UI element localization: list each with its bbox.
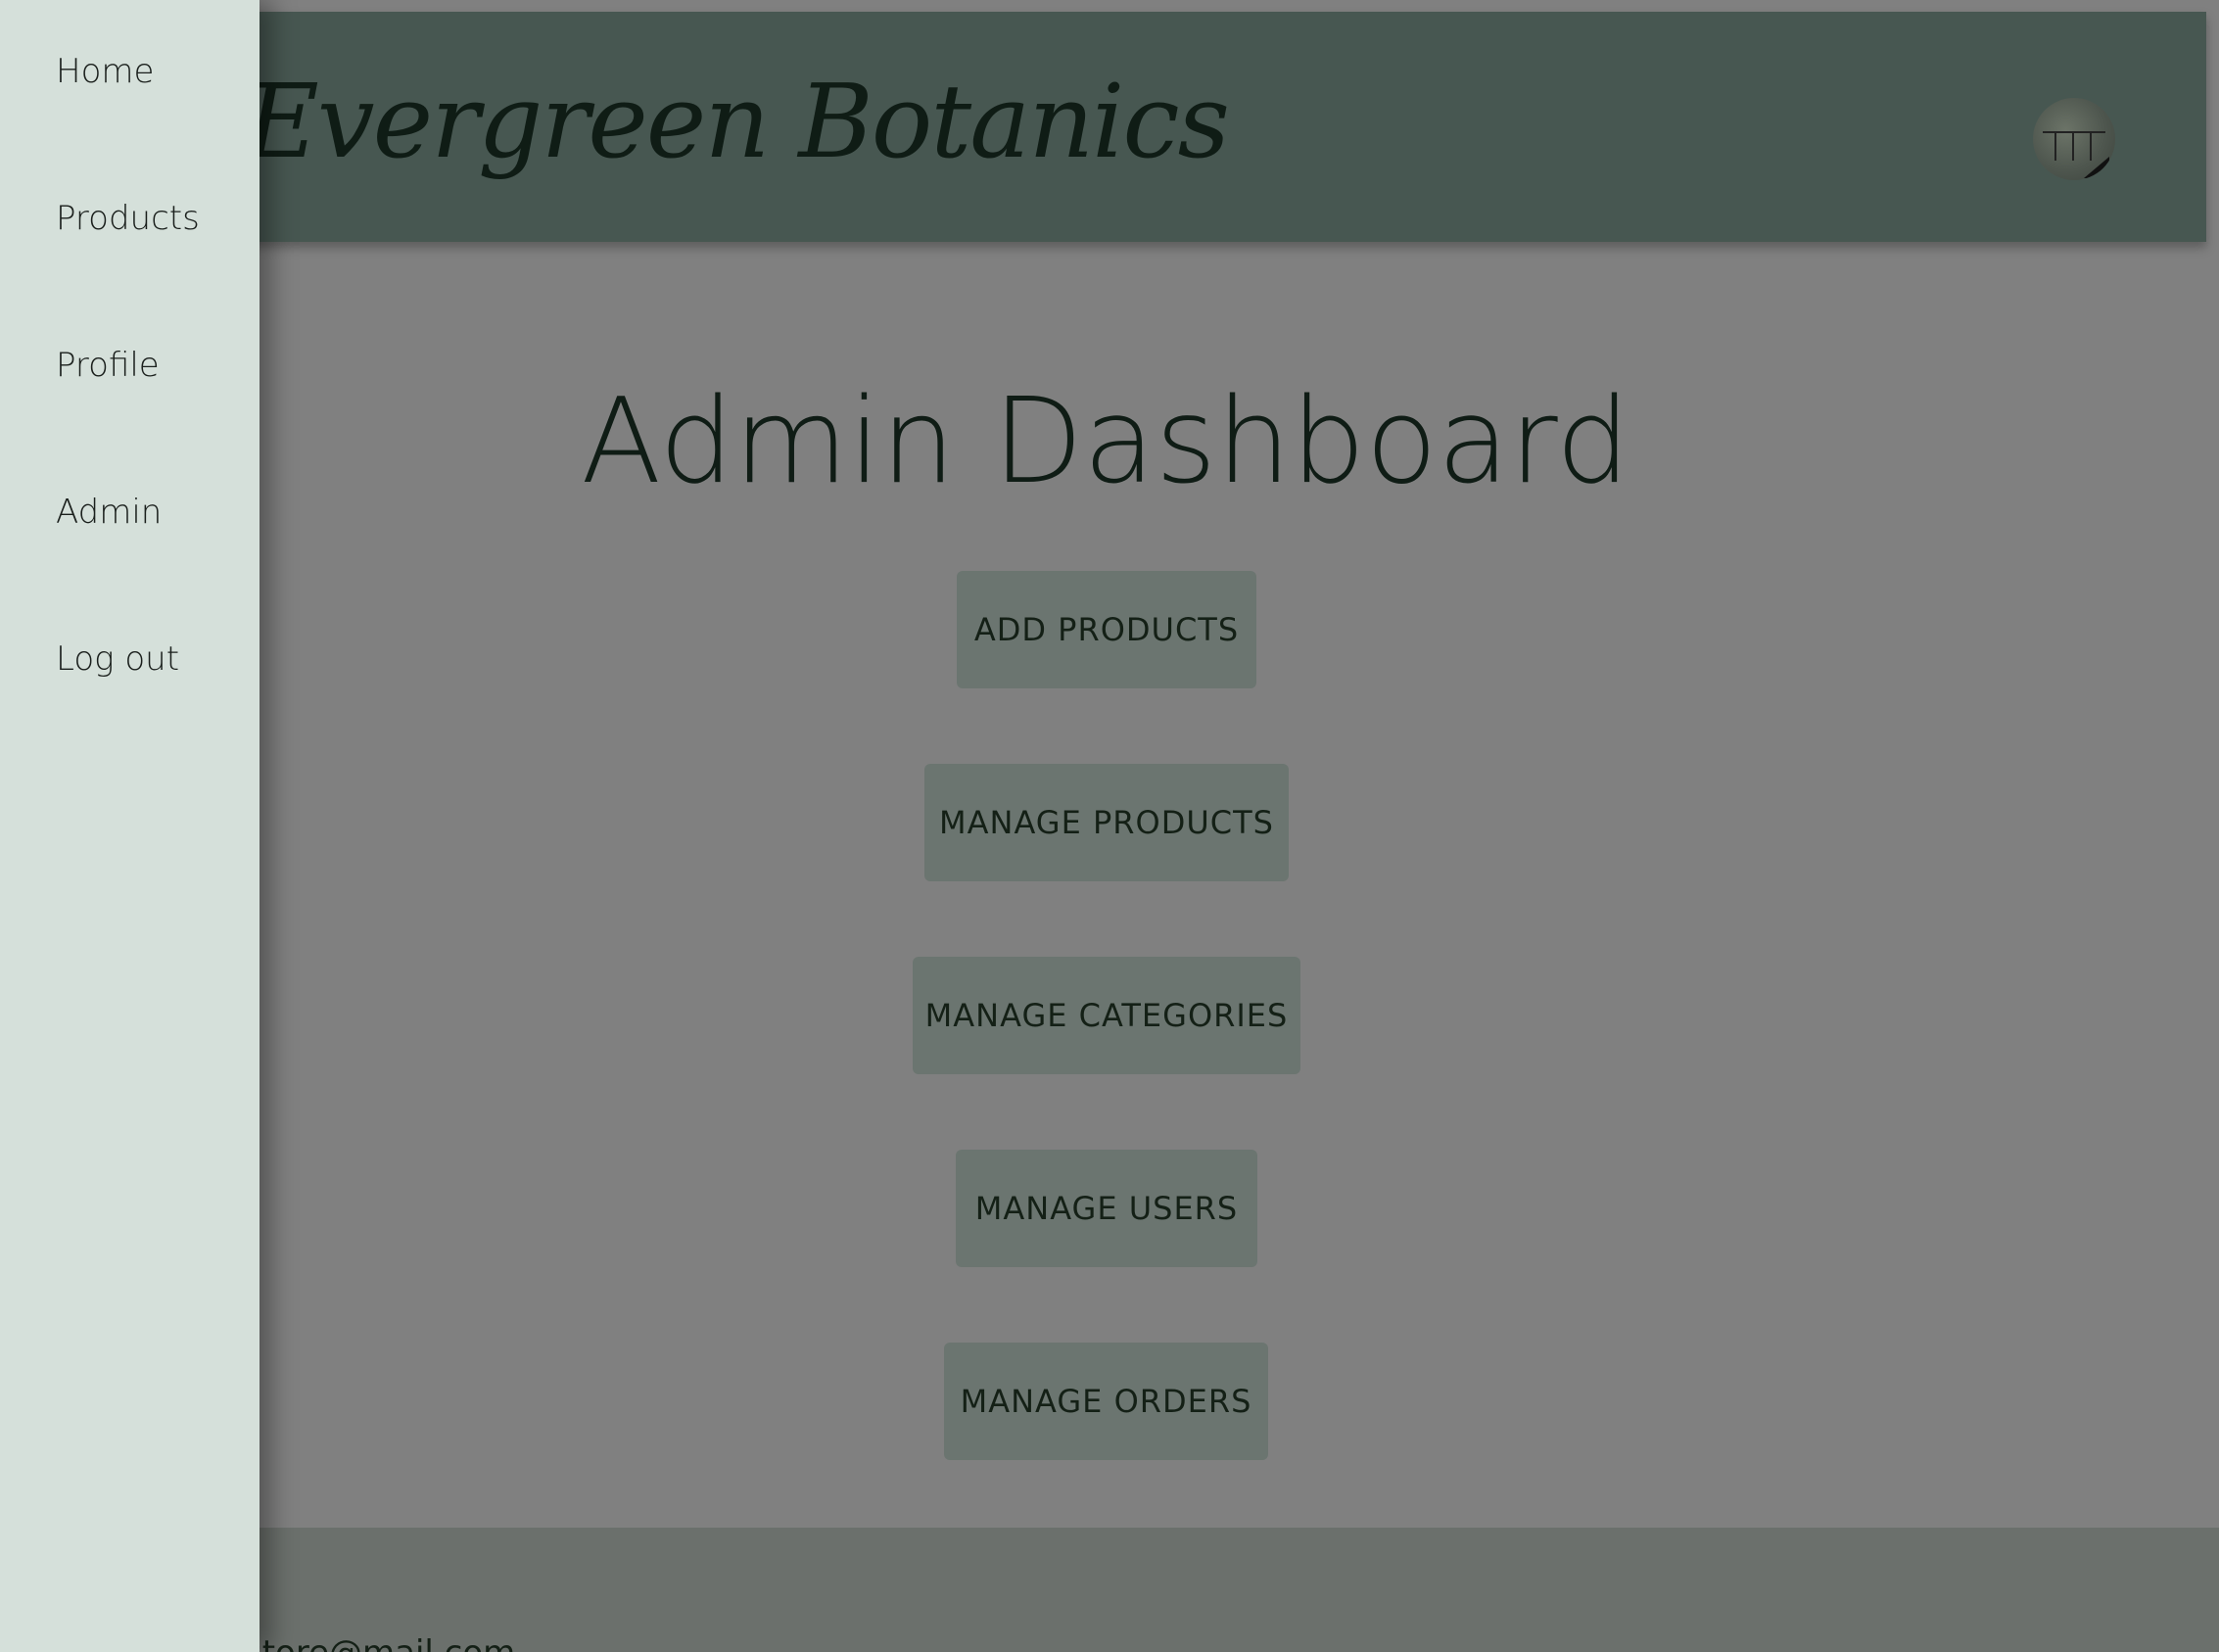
manage-categories-button[interactable]: MANAGE CATEGORIES: [913, 957, 1300, 1074]
drawer-item-logout[interactable]: Log out: [56, 642, 179, 676]
avatar-image-detail: [2043, 131, 2105, 133]
manage-products-button[interactable]: MANAGE PRODUCTS: [924, 764, 1289, 881]
page-title: Admin Dashboard: [581, 374, 1630, 510]
brand-logo[interactable]: Evergreen Botanics: [245, 71, 1230, 172]
drawer-item-profile[interactable]: Profile: [56, 349, 160, 382]
manage-orders-button[interactable]: MANAGE ORDERS: [944, 1343, 1268, 1460]
avatar-image-detail: [2054, 131, 2056, 161]
drawer-item-products[interactable]: Products: [56, 202, 200, 235]
drawer-item-admin[interactable]: Admin: [56, 496, 162, 529]
avatar-image-detail: [2084, 157, 2109, 178]
add-products-button[interactable]: ADD PRODUCTS: [957, 571, 1256, 688]
page: Evergreen Botanics Admin Dashboard ADD P…: [0, 0, 2219, 1652]
site-footer: store@mail.com: [0, 1528, 2219, 1652]
side-drawer: Home Products Profile Admin Log out: [0, 0, 260, 1652]
avatar[interactable]: [2033, 98, 2115, 180]
avatar-image-detail: [2072, 131, 2074, 161]
footer-email[interactable]: store@mail.com: [245, 1633, 515, 1652]
manage-users-button[interactable]: MANAGE USERS: [956, 1150, 1257, 1267]
drawer-item-home[interactable]: Home: [56, 55, 154, 88]
site-header: Evergreen Botanics: [0, 12, 2206, 242]
